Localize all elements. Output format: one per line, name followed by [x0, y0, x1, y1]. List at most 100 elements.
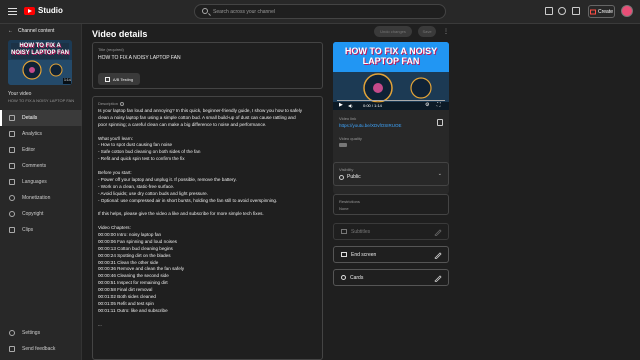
description-line: 00:00:31 Clean the other side: [98, 259, 159, 265]
description-line: - Power off your laptop and unplug it. I…: [98, 176, 237, 182]
description-line: Before you start:: [98, 170, 132, 176]
description-line: 00:00:00 Intro: noisy laptop fan: [98, 232, 162, 238]
back-to-channel[interactable]: ← Channel content: [8, 28, 54, 34]
ab-testing-button[interactable]: A/B Testing: [98, 73, 140, 85]
quality-indicator: [339, 143, 347, 147]
video-quality-label: Video quality: [339, 136, 362, 141]
search-input[interactable]: [213, 7, 433, 17]
back-arrow-icon: ←: [8, 28, 13, 34]
menu-icon[interactable]: [8, 8, 17, 15]
description-line: 00:00:46 Cleaning the second side: [98, 273, 169, 279]
title-field-value[interactable]: HOW TO FIX A NOISY LAPTOP FAN: [98, 55, 181, 61]
play-icon[interactable]: ▶: [339, 102, 343, 108]
description-line: 00:01:05 Refit and test spin: [98, 300, 154, 306]
ab-testing-label: A/B Testing: [112, 76, 134, 82]
title-field[interactable]: Title (required) HOW TO FIX A NOISY LAPT…: [92, 42, 323, 89]
description-line: 00:00:24 Spotting dirt on the blades: [98, 252, 171, 258]
dollar-icon: [9, 195, 15, 201]
restrictions-value: None: [339, 206, 349, 211]
sidebar-item-editor[interactable]: Editor: [0, 142, 82, 158]
logo-text: Studio: [38, 6, 63, 15]
sidebar-item-languages[interactable]: Languages: [0, 174, 82, 190]
your-video-title: HOW TO FIX A NOISY LAPTOP FAN: [8, 98, 75, 103]
cards-button[interactable]: Cards: [333, 269, 449, 286]
sidebar-item-monetization[interactable]: Monetization: [0, 190, 82, 206]
description-line: [98, 315, 320, 322]
feedback-icon: [9, 346, 15, 352]
sidebar-item-details[interactable]: Details: [0, 110, 82, 126]
description-line: - Optional: use compressed air in short …: [98, 197, 278, 203]
preview-thumbnail-title: HOW TO FIX A NOISY LAPTOP FAN: [344, 46, 438, 66]
avatar[interactable]: [621, 5, 633, 17]
inbox-icon[interactable]: [545, 7, 553, 15]
ab-testing-icon: [104, 76, 110, 82]
sidebar-item-label: Analytics: [22, 131, 43, 137]
copy-icon[interactable]: [437, 119, 443, 126]
end-screen-icon: [341, 252, 347, 257]
save-button[interactable]: Save: [418, 26, 436, 37]
sidebar-item-label: Editor: [22, 147, 36, 153]
notifications-icon[interactable]: [572, 7, 580, 15]
pencil-icon: [434, 229, 442, 236]
sidebar-item-label: Comments: [22, 163, 47, 169]
sidebar-item-label: Monetization: [22, 195, 51, 201]
settings-icon[interactable]: ⚙: [425, 102, 429, 108]
comments-icon: [9, 163, 15, 169]
fullscreen-icon[interactable]: ⛶: [437, 102, 441, 108]
description-line: [98, 163, 320, 170]
pencil-icon: [434, 275, 442, 282]
video-preview[interactable]: HOW TO FIX A NOISY LAPTOP FAN ▶ ◀) 0:00 …: [333, 42, 449, 110]
sidebar-item-comments[interactable]: Comments: [0, 158, 82, 174]
description-line: Is your laptop fan loud and annoying? In…: [98, 108, 303, 113]
sidebar-item-label: Details: [22, 115, 38, 121]
copyright-icon: [9, 211, 15, 217]
sidebar-item-analytics[interactable]: Analytics: [0, 126, 82, 142]
page-title: Video details: [92, 29, 148, 39]
description-text[interactable]: Is your laptop fan loud and annoying? In…: [98, 108, 320, 329]
sidebar-item-copyright[interactable]: Copyright: [0, 206, 82, 222]
visibility-dropdown[interactable]: Visibility Public ⌄: [333, 162, 449, 186]
sidebar-item-clips[interactable]: Clips: [0, 222, 82, 238]
clips-icon: [9, 227, 15, 233]
sidebar-video-thumbnail[interactable]: HOW TO FIX A NOISY LAPTOP FAN 1:14: [8, 40, 72, 85]
subtitles-button[interactable]: Subtitles: [333, 223, 449, 240]
thumbnail-duration: 1:14: [64, 78, 71, 82]
end-screen-button[interactable]: End screen: [333, 246, 449, 263]
languages-icon: [9, 179, 15, 185]
description-line: 00:00:51 Inspect for remaining dirt: [98, 280, 168, 286]
sidebar-item-send-feedback[interactable]: Send feedback: [0, 341, 82, 357]
youtube-logo-icon: [24, 6, 35, 15]
more-options-icon[interactable]: ⋮: [443, 28, 449, 35]
sidebar-item-label: Languages: [22, 179, 47, 185]
video-link-label: Video link: [339, 116, 357, 121]
sidebar-item-label: Settings: [22, 330, 41, 336]
description-line: Video Chapters:: [98, 225, 131, 231]
sidebar-item-settings[interactable]: Settings: [0, 325, 82, 341]
description-field[interactable]: Description Is your laptop fan loud and …: [92, 96, 323, 360]
description-line: 00:01:11 Outro: like and subscribe: [98, 307, 168, 313]
description-line: [98, 204, 320, 211]
volume-icon[interactable]: ◀): [348, 103, 352, 108]
description-line: If this helps, please give the video a l…: [98, 211, 264, 217]
end-screen-label: End screen: [351, 251, 377, 258]
description-line: ...: [98, 321, 102, 327]
description-line: poor spinning; a careful clean can make …: [98, 121, 267, 127]
description-line: 00:00:13 Cotton bud cleaning begins: [98, 245, 173, 251]
subtitles-label: Subtitles: [351, 228, 371, 235]
sidebar-item-label: Clips: [22, 227, 34, 233]
restrictions-field: Restrictions None: [333, 194, 449, 215]
title-field-label: Title (required): [98, 47, 124, 52]
subtitles-icon: [341, 229, 347, 234]
create-button[interactable]: Create: [588, 5, 615, 18]
description-line: clean a noisy laptop fan using a simple …: [98, 114, 296, 120]
visibility-label: Visibility: [339, 167, 354, 172]
studio-logo[interactable]: Studio: [24, 6, 63, 15]
video-link[interactable]: https://youtu.be/XDvfOSIRUOE: [339, 123, 402, 128]
undo-changes-button[interactable]: Undo changes: [374, 26, 412, 37]
description-line: 00:00:58 Final dirt removal: [98, 287, 153, 293]
search-bar[interactable]: [194, 4, 446, 19]
add-video-icon: [589, 9, 596, 14]
help-icon[interactable]: [558, 7, 566, 15]
description-line: - Refit and quick spin test to confirm t…: [98, 156, 185, 162]
description-line: 00:01:02 Both sides cleaned: [98, 294, 156, 300]
